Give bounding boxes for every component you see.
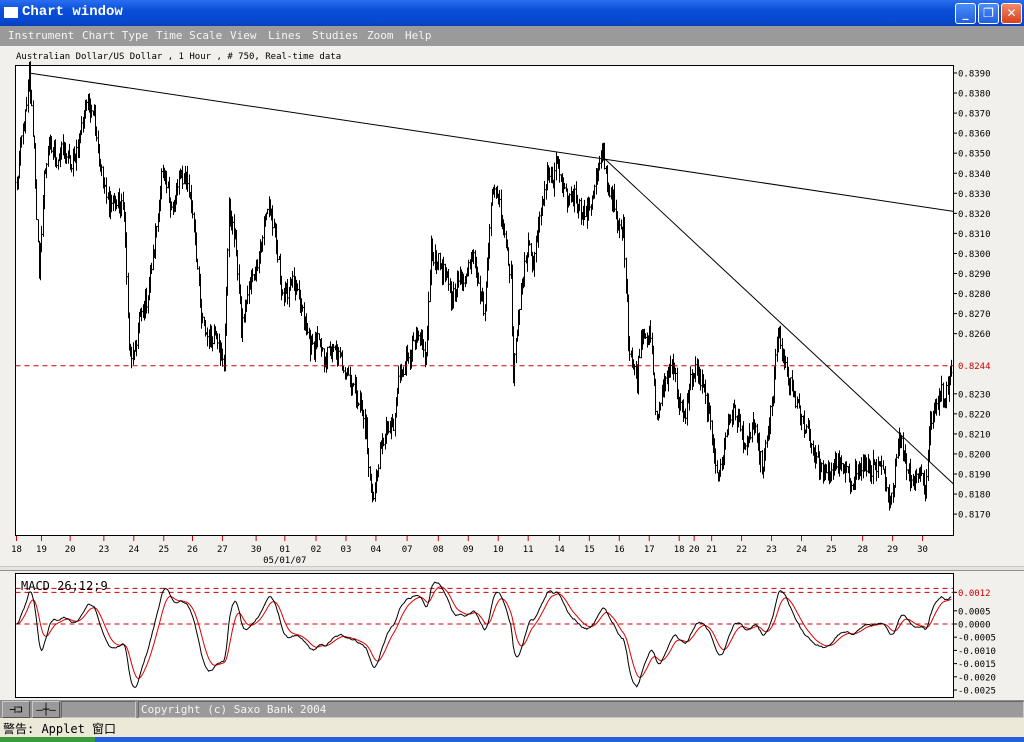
x-tick-label: 20 <box>689 545 700 555</box>
applet-warning: 警告: Applet 窗口 <box>3 722 117 736</box>
x-tick-label: 16 <box>614 545 625 555</box>
y-tick-label: 0.8200 <box>958 450 991 460</box>
macd-y-tick-label: -0.0005 <box>958 634 996 644</box>
x-tick-label: 04 <box>371 545 382 555</box>
window-title: Chart window <box>22 4 123 20</box>
macd-y-tick-label: -0.0025 <box>958 687 996 697</box>
y-tick-label: 0.8190 <box>958 471 991 481</box>
y-tick-label: 0.8270 <box>958 310 991 320</box>
start-button[interactable] <box>0 737 95 742</box>
x-tick-label: 25 <box>826 545 837 555</box>
pin-icon: ⊣⊐ <box>9 703 23 716</box>
x-tick-label: 24 <box>796 545 807 555</box>
x-tick-label: 15 <box>584 545 595 555</box>
crosshair-icon: —┼— <box>36 703 56 716</box>
macd-y-tick-label: -0.0010 <box>958 647 996 657</box>
y-tick-label: 0.8340 <box>958 170 991 180</box>
macd-y-tick-label: 0.0000 <box>958 621 991 631</box>
y-tick-label: 0.8260 <box>958 330 991 340</box>
x-tick-label: 10 <box>493 545 504 555</box>
menu-view[interactable]: View <box>230 29 257 42</box>
y-tick-label: 0.8320 <box>958 210 991 220</box>
status-bar: 警告: Applet 窗口 <box>0 718 1024 737</box>
x-tick-label: 03 <box>341 545 352 555</box>
menu-studies[interactable]: Studies <box>312 29 358 42</box>
x-tick-label: 02 <box>311 545 322 555</box>
x-tick-label: 21 <box>706 545 717 555</box>
x-tick-label: 09 <box>463 545 474 555</box>
x-tick-label: 24 <box>128 545 139 555</box>
y-tick-label: 0.8310 <box>958 230 991 240</box>
y-tick-label: 0.8360 <box>958 130 991 140</box>
x-tick-label: 28 <box>857 545 868 555</box>
x-tick-label: 01 <box>279 545 290 555</box>
close-button[interactable]: ✕ <box>1001 3 1022 24</box>
pin-button[interactable]: ⊣⊐ <box>2 701 30 718</box>
menu-zoom[interactable]: Zoom <box>367 29 394 42</box>
menu-time-scale[interactable]: Time Scale <box>156 29 222 42</box>
price-plot-area[interactable] <box>15 65 954 536</box>
y-tick-label: 0.8350 <box>958 150 991 160</box>
x-tick-label: 20 <box>65 545 76 555</box>
x-tick-label: 17 <box>644 545 655 555</box>
menu-bar: Instrument Chart Type Time Scale View Li… <box>0 26 1024 46</box>
y-tick-label: 0.8300 <box>958 250 991 260</box>
menu-instrument[interactable]: Instrument <box>8 29 74 42</box>
macd-y-tick-label: 0.0005 <box>958 607 991 617</box>
macd-chart[interactable]: 0.0005 0.0000 -0.0005 -0.0010 -0.0015 -0.0020… <box>0 570 1024 700</box>
y-tick-label: 0.8280 <box>958 290 991 300</box>
x-tick-label: 25 <box>158 545 169 555</box>
current-price-label: 0.8244 <box>958 362 991 372</box>
x-tick-label: 07 <box>402 545 413 555</box>
y-tick-label: 0.8330 <box>958 190 991 200</box>
y-tick-label: 0.8390 <box>958 70 991 80</box>
x-tick-label: 14 <box>554 545 565 555</box>
x-tick-label: 19 <box>36 545 47 555</box>
minimize-button[interactable]: _ <box>955 3 976 24</box>
crosshair-button[interactable]: —┼— <box>32 701 60 718</box>
price-chart[interactable]: 0.8390 0.8380 0.8370 0.8360 0.8350 0.8340 0.83… <box>0 50 1024 565</box>
y-tick-label: 0.8210 <box>958 430 991 440</box>
y-tick-label: 0.8220 <box>958 410 991 420</box>
x-tick-label: 29 <box>887 545 898 555</box>
date-label: 05/01/07 <box>263 556 306 565</box>
macd-title: MACD 26;12;9 <box>21 579 108 593</box>
y-tick-label: 0.8370 <box>958 110 991 120</box>
x-tick-label: 18 <box>674 545 685 555</box>
x-tick-label: 22 <box>736 545 747 555</box>
toolbar-field <box>61 701 136 718</box>
y-tick-label: 0.8180 <box>958 491 991 501</box>
window-icon <box>4 7 18 18</box>
menu-lines[interactable]: Lines <box>268 29 301 42</box>
x-tick-label: 11 <box>523 545 534 555</box>
restore-button[interactable]: ❐ <box>978 3 999 24</box>
macd-highlight-label: 0.0012 <box>958 589 991 599</box>
macd-y-tick-label: -0.0020 <box>958 673 996 683</box>
y-tick-label: 0.8290 <box>958 270 991 280</box>
y-tick-label: 0.8380 <box>958 90 991 100</box>
x-tick-label: 08 <box>433 545 444 555</box>
x-tick-label: 23 <box>98 545 109 555</box>
x-tick-label: 27 <box>217 545 228 555</box>
x-tick-label: 18 <box>11 545 22 555</box>
y-tick-label: 0.8230 <box>958 390 991 400</box>
x-tick-label: 30 <box>251 545 262 555</box>
taskbar <box>0 737 1024 742</box>
copyright-text: Copyright (c) Saxo Bank 2004 <box>141 703 327 716</box>
x-tick-label: 30 <box>917 545 928 555</box>
x-tick-label: 23 <box>766 545 777 555</box>
macd-y-tick-label: -0.0015 <box>958 660 996 670</box>
menu-help[interactable]: Help <box>405 29 432 42</box>
x-tick-label: 26 <box>187 545 198 555</box>
menu-chart-type[interactable]: Chart Type <box>82 29 148 42</box>
y-tick-label: 0.8170 <box>958 511 991 521</box>
title-bar: Chart window _ ❐ ✕ <box>0 0 1024 26</box>
